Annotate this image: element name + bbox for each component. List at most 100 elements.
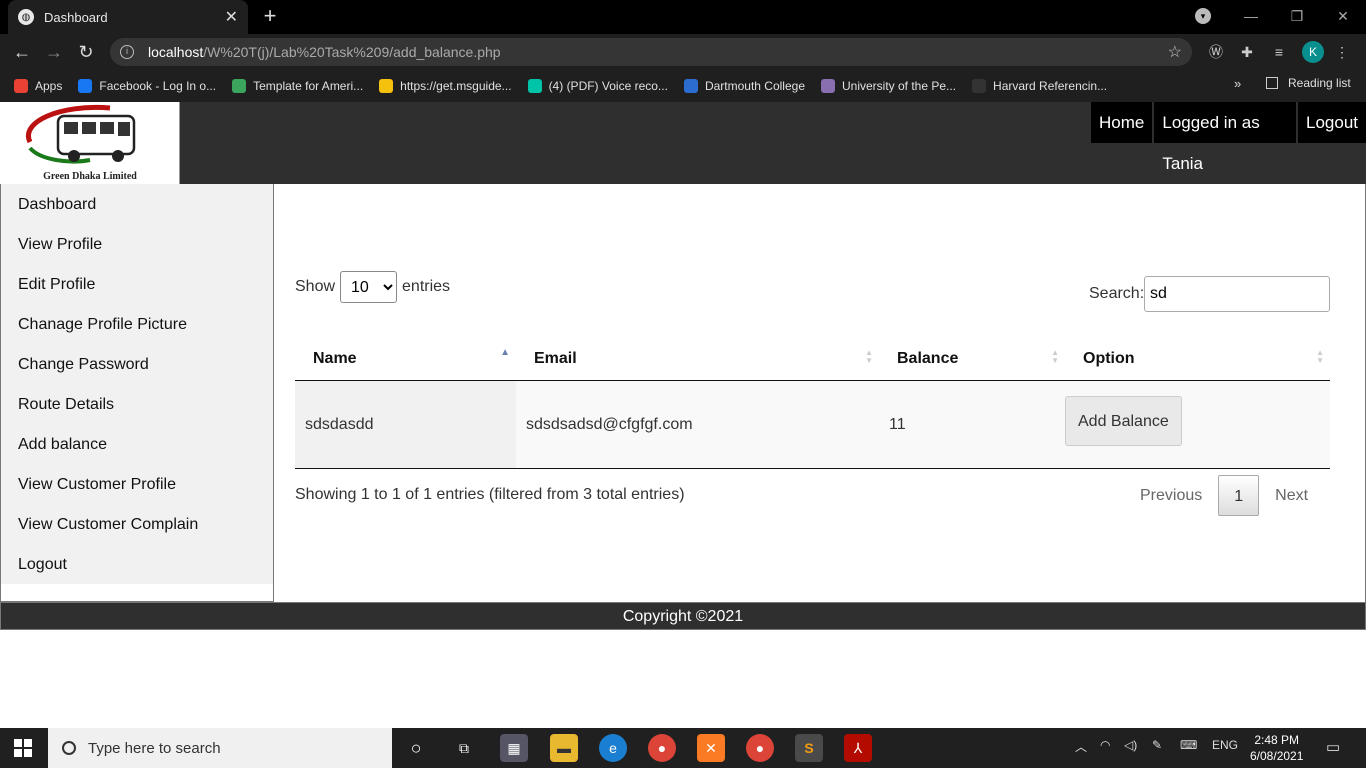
new-tab-button[interactable]: + — [258, 4, 282, 28]
nav-logged-in-user[interactable]: Logged in as Tania — [1154, 102, 1296, 173]
sidebar-item-view-customer-profile[interactable]: View Customer Profile — [1, 464, 273, 504]
minimize-icon[interactable]: — — [1228, 4, 1274, 28]
column-header-label: Balance — [897, 350, 959, 367]
sidebar-item-change-profile-picture[interactable]: Chanage Profile Picture — [1, 304, 273, 344]
sidebar-item-view-profile[interactable]: View Profile — [1, 224, 273, 264]
tab-title: Dashboard — [44, 9, 108, 25]
info-icon[interactable]: i — [120, 45, 134, 59]
task-view-icon[interactable]: ⧉ — [450, 734, 478, 762]
extensions-puzzle-icon[interactable]: ✚ — [1237, 42, 1257, 62]
bookmark-icon — [972, 79, 987, 93]
column-header-label: Name — [313, 350, 357, 367]
column-header-label: Option — [1083, 350, 1135, 367]
nav-logout[interactable]: Logout — [1298, 102, 1366, 143]
site-footer: Copyright ©2021 — [0, 602, 1366, 630]
add-balance-button[interactable]: Add Balance — [1065, 396, 1182, 446]
extension-w-icon[interactable]: Ⓦ — [1206, 42, 1226, 62]
next-page-button[interactable]: Next — [1259, 475, 1324, 516]
bookmark-item[interactable]: Harvard Referencin... — [972, 79, 1107, 93]
sidebar-item-view-customer-complain[interactable]: View Customer Complain — [1, 504, 273, 544]
taskbar-search-placeholder: Type here to search — [88, 739, 221, 757]
column-header-balance[interactable]: Balance ▲ ▼ — [879, 338, 1065, 380]
bookmarks-more-icon[interactable]: » — [1234, 76, 1241, 91]
sidebar-item-change-password[interactable]: Change Password — [1, 344, 273, 384]
chrome-active-icon[interactable]: ● — [746, 734, 774, 762]
balance-table: Name ▲ Email ▲ ▼ Balance ▲ ▼ Option ▲ ▼ sds… — [295, 338, 1330, 469]
table-length-control: Show 10 entries — [295, 271, 450, 303]
sidebar-item-logout[interactable]: Logout — [1, 544, 273, 584]
menu-kebab-icon[interactable]: ⋮ — [1332, 42, 1352, 62]
media-queue-icon[interactable]: ≡ — [1269, 42, 1289, 62]
url-host: localhost — [148, 44, 204, 60]
clock-time: 2:48 PM — [1254, 733, 1300, 747]
cell-balance: 11 — [889, 416, 906, 433]
bus-logo-icon — [26, 104, 136, 164]
file-explorer-icon[interactable]: ▬ — [550, 734, 578, 762]
tab-search-icon[interactable]: ▾ — [1195, 8, 1211, 24]
cortana-icon[interactable]: ○ — [402, 734, 430, 762]
bookmark-item[interactable]: Apps — [14, 79, 62, 93]
sidebar-item-add-balance[interactable]: Add balance — [1, 424, 273, 464]
pen-icon[interactable]: ✎ — [1152, 738, 1162, 752]
bookmark-item[interactable]: (4) (PDF) Voice reco... — [527, 79, 668, 93]
bookmark-item[interactable]: Facebook - Log In o... — [78, 79, 216, 93]
sidebar-item-edit-profile[interactable]: Edit Profile — [1, 264, 273, 304]
windows-start-icon[interactable] — [14, 739, 32, 757]
table-search-input[interactable] — [1144, 276, 1330, 312]
profile-avatar[interactable]: K — [1302, 41, 1324, 63]
bookmark-item[interactable]: Template for Ameri... — [232, 79, 363, 93]
taskbar-search[interactable]: Type here to search — [48, 728, 392, 768]
nav-home[interactable]: Home — [1091, 102, 1153, 143]
url-path: /W%20T(j)/Lab%20Task%209/add_balance.php — [203, 44, 501, 60]
sort-icon: ▲ ▼ — [865, 348, 873, 365]
volume-icon[interactable]: ◁) — [1124, 738, 1137, 752]
bookmark-label: Template for Ameri... — [253, 79, 364, 93]
browser-tab[interactable]: ◍ Dashboard ✕ — [8, 0, 248, 34]
app-manager-icon[interactable]: ▦ — [500, 734, 528, 762]
bookmark-item[interactable]: https://get.msguide... — [379, 79, 512, 93]
column-header-email[interactable]: Email ▲ ▼ — [516, 338, 879, 380]
sidebar-item-dashboard[interactable]: Dashboard — [1, 184, 273, 224]
acrobat-icon[interactable]: ⅄ — [844, 734, 872, 762]
bookmark-label: Apps — [35, 79, 63, 93]
column-header-name[interactable]: Name ▲ — [295, 338, 516, 380]
site-logo: Green Dhaka Limited — [0, 102, 180, 184]
bookmark-item[interactable]: University of the Pe... — [821, 79, 956, 93]
address-bar[interactable]: i localhost/W%20T(j)/Lab%20Task%209/add_… — [110, 38, 1192, 66]
show-label: Show — [295, 278, 336, 295]
forward-icon[interactable]: → — [42, 40, 66, 64]
back-icon[interactable]: ← — [10, 40, 34, 64]
notifications-icon[interactable]: ▭ — [1326, 738, 1340, 756]
page-1-button[interactable]: 1 — [1218, 475, 1260, 516]
tray-chevron-icon[interactable]: ︿ — [1075, 738, 1087, 755]
wifi-icon[interactable]: ◠ — [1100, 738, 1110, 752]
restore-icon[interactable]: ❐ — [1274, 4, 1320, 28]
previous-page-button[interactable]: Previous — [1124, 475, 1218, 516]
pagination: Previous 1 Next — [1124, 475, 1324, 516]
taskbar-clock[interactable]: 2:48 PM 6/08/2021 — [1250, 732, 1303, 764]
bookmark-label: Harvard Referencin... — [993, 79, 1108, 93]
sort-icon: ▲ ▼ — [1051, 348, 1059, 365]
sidebar-item-route-details[interactable]: Route Details — [1, 384, 273, 424]
language-indicator[interactable]: ENG — [1212, 738, 1238, 752]
sidebar: Dashboard View Profile Edit Profile Chan… — [0, 184, 274, 602]
window-close-icon[interactable]: ✕ — [1320, 4, 1366, 28]
column-header-option[interactable]: Option ▲ ▼ — [1065, 338, 1330, 380]
close-tab-icon[interactable]: ✕ — [225, 7, 238, 27]
chrome-icon[interactable]: ● — [648, 734, 676, 762]
reload-icon[interactable]: ↻ — [74, 40, 98, 64]
bookmark-label: https://get.msguide... — [400, 79, 512, 93]
bookmark-item[interactable]: Dartmouth College — [683, 79, 805, 93]
xampp-icon[interactable]: ✕ — [697, 734, 725, 762]
bookmark-icon — [14, 79, 28, 93]
search-icon — [62, 741, 76, 755]
keyboard-icon[interactable]: ⌨ — [1180, 738, 1197, 752]
sort-icon: ▲ — [500, 347, 510, 358]
edge-icon[interactable]: e — [599, 734, 627, 762]
bookmark-star-icon[interactable]: ☆ — [1168, 42, 1182, 62]
reading-list-button[interactable]: Reading list — [1266, 76, 1351, 90]
entries-length-select[interactable]: 10 — [340, 271, 398, 303]
top-nav: Home Logged in as Tania Logout — [1089, 102, 1366, 173]
sublime-text-icon[interactable]: S — [795, 734, 823, 762]
table-row: sdsdasdd sdsdsadsd@cfgfgf.com 11 Add Bal… — [295, 381, 1330, 469]
